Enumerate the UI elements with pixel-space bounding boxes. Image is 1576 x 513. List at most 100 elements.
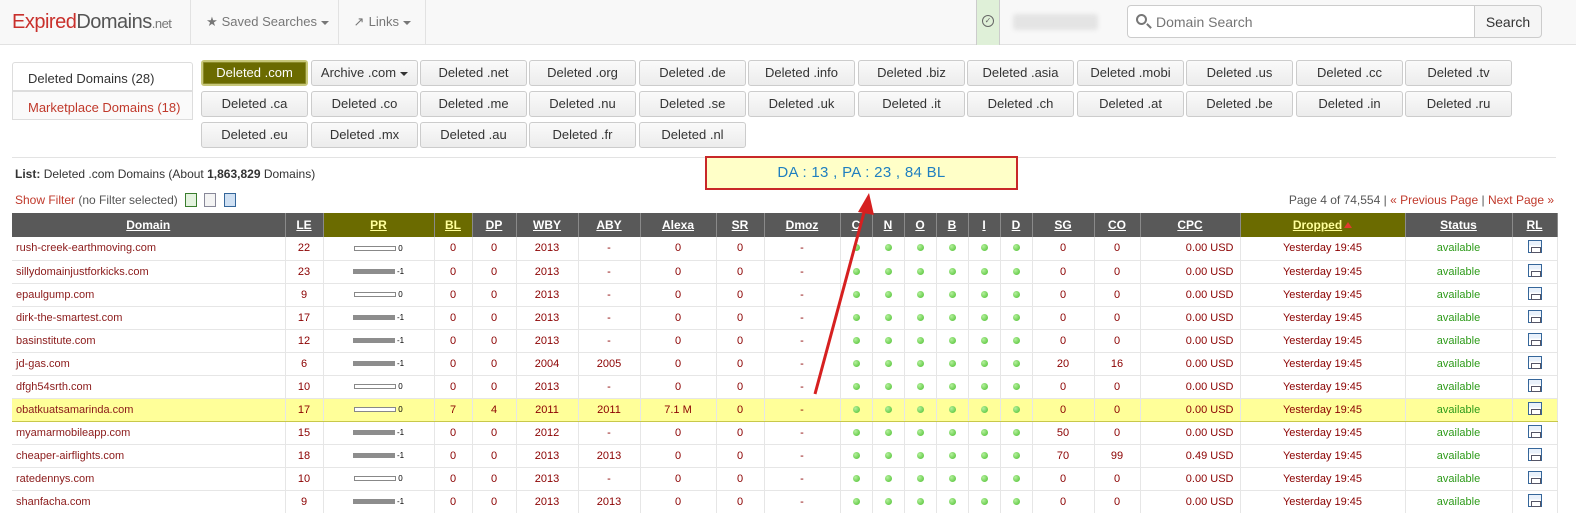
tld-button-deleted-be[interactable]: Deleted .be: [1186, 91, 1293, 117]
domain-name-link[interactable]: sillydomainjustforkicks.com: [12, 260, 286, 284]
column-header-cpc[interactable]: CPC: [1140, 213, 1241, 237]
domain-name-link[interactable]: ratedennys.com: [12, 467, 286, 491]
register-link-icon[interactable]: [1527, 309, 1542, 323]
links-menu[interactable]: ↗ Links: [353, 14, 411, 30]
column-header-co[interactable]: CO: [1094, 213, 1141, 237]
tld-button-deleted-me[interactable]: Deleted .me: [420, 91, 527, 117]
column-header-dp[interactable]: DP: [472, 213, 517, 237]
tld-button-deleted-co[interactable]: Deleted .co: [311, 91, 418, 117]
tld-button-deleted-se[interactable]: Deleted .se: [639, 91, 746, 117]
csv-export-icon[interactable]: [185, 193, 198, 207]
register-link-icon[interactable]: [1527, 355, 1542, 369]
status-available[interactable]: available: [1405, 421, 1513, 445]
tld-button-deleted-de[interactable]: Deleted .de: [639, 60, 746, 86]
status-available[interactable]: available: [1405, 444, 1513, 468]
tld-button-deleted-at[interactable]: Deleted .at: [1077, 91, 1184, 117]
tld-button-deleted-info[interactable]: Deleted .info: [748, 60, 855, 86]
tld-button-archive-com[interactable]: Archive .com: [311, 60, 418, 86]
domain-name-link[interactable]: rush-creek-earthmoving.com: [12, 237, 286, 261]
column-header-rl[interactable]: RL: [1512, 213, 1558, 237]
tld-button-deleted-biz[interactable]: Deleted .biz: [858, 60, 965, 86]
column-header-bl[interactable]: BL: [434, 213, 473, 237]
status-available[interactable]: available: [1405, 467, 1513, 491]
status-available[interactable]: available: [1405, 490, 1513, 513]
domain-name-link[interactable]: obatkuatsamarinda.com: [12, 397, 286, 422]
saved-searches-menu[interactable]: ★ Saved Searches: [206, 14, 330, 30]
tld-button-deleted-it[interactable]: Deleted .it: [858, 91, 965, 117]
save-icon[interactable]: [223, 193, 236, 207]
status-available[interactable]: available: [1405, 237, 1513, 261]
column-header-pr[interactable]: PR: [323, 213, 435, 237]
register-link-icon[interactable]: [1527, 470, 1542, 484]
search-button[interactable]: Search: [1474, 5, 1542, 38]
tld-button-deleted-ru[interactable]: Deleted .ru: [1405, 91, 1512, 117]
domain-name-link[interactable]: myamarmobileapp.com: [12, 421, 286, 445]
tld-button-deleted-us[interactable]: Deleted .us: [1186, 60, 1293, 86]
tld-button-deleted-org[interactable]: Deleted .org: [529, 60, 636, 86]
column-header-sg[interactable]: SG: [1032, 213, 1095, 237]
register-link-icon[interactable]: [1527, 240, 1542, 254]
tld-button-deleted-fr[interactable]: Deleted .fr: [529, 122, 636, 148]
tld-button-deleted-com[interactable]: Deleted .com: [201, 60, 308, 86]
tld-button-deleted-au[interactable]: Deleted .au: [420, 122, 527, 148]
column-header-o[interactable]: O: [904, 213, 937, 237]
column-header-c[interactable]: C: [840, 213, 873, 237]
domain-name-link[interactable]: cheaper-airflights.com: [12, 444, 286, 468]
column-header-b[interactable]: B: [936, 213, 969, 237]
domain-name-link[interactable]: jd-gas.com: [12, 352, 286, 376]
register-link-icon[interactable]: [1527, 378, 1542, 392]
tld-button-deleted-cc[interactable]: Deleted .cc: [1296, 60, 1403, 86]
register-link-icon[interactable]: [1527, 286, 1542, 300]
domain-name-link[interactable]: epaulgump.com: [12, 283, 286, 307]
tld-button-deleted-net[interactable]: Deleted .net: [420, 60, 527, 86]
register-link-icon[interactable]: [1527, 332, 1542, 346]
status-available[interactable]: available: [1405, 329, 1513, 353]
tld-button-deleted-ca[interactable]: Deleted .ca: [201, 91, 308, 117]
tld-button-deleted-mx[interactable]: Deleted .mx: [311, 122, 418, 148]
column-header-d[interactable]: D: [1000, 213, 1033, 237]
show-filter-link[interactable]: Show Filter: [15, 193, 75, 207]
tld-button-deleted-nu[interactable]: Deleted .nu: [529, 91, 636, 117]
tld-button-deleted-tv[interactable]: Deleted .tv: [1405, 60, 1512, 86]
text-export-icon[interactable]: [204, 193, 217, 207]
tld-button-deleted-asia[interactable]: Deleted .asia: [967, 60, 1074, 86]
register-link-icon[interactable]: [1527, 447, 1542, 461]
column-header-status[interactable]: Status: [1405, 213, 1513, 237]
register-link-icon[interactable]: [1527, 424, 1542, 438]
register-link-icon[interactable]: [1527, 263, 1542, 277]
domain-search-input[interactable]: [1156, 12, 1466, 32]
status-indicator[interactable]: ✓: [976, 0, 1000, 45]
column-header-aby[interactable]: ABY: [578, 213, 641, 237]
column-header-i[interactable]: I: [968, 213, 1001, 237]
tab-deleted-domains[interactable]: Deleted Domains (28): [12, 62, 193, 91]
column-header-n[interactable]: N: [872, 213, 905, 237]
tld-button-deleted-in[interactable]: Deleted .in: [1296, 91, 1403, 117]
column-header-domain[interactable]: Domain: [12, 213, 286, 237]
column-header-wby[interactable]: WBY: [516, 213, 579, 237]
tld-button-deleted-uk[interactable]: Deleted .uk: [748, 91, 855, 117]
status-available[interactable]: available: [1405, 283, 1513, 307]
column-header-sr[interactable]: SR: [716, 213, 765, 237]
tld-button-deleted-nl[interactable]: Deleted .nl: [639, 122, 746, 148]
domain-name-link[interactable]: basinstitute.com: [12, 329, 286, 353]
column-header-dmoz[interactable]: Dmoz: [764, 213, 841, 237]
tld-button-deleted-eu[interactable]: Deleted .eu: [201, 122, 308, 148]
domain-name-link[interactable]: shanfacha.com: [12, 490, 286, 513]
column-header-le[interactable]: LE: [285, 213, 324, 237]
site-logo[interactable]: ExpiredDomains.net: [12, 11, 172, 34]
status-available[interactable]: available: [1405, 352, 1513, 376]
tld-button-deleted-ch[interactable]: Deleted .ch: [967, 91, 1074, 117]
column-header-alexa[interactable]: Alexa: [640, 213, 717, 237]
status-available[interactable]: available: [1405, 306, 1513, 330]
domain-name-link[interactable]: dfgh54srth.com: [12, 375, 286, 399]
column-header-dropped[interactable]: Dropped: [1240, 213, 1406, 237]
user-menu-blurred[interactable]: [1013, 14, 1098, 30]
tab-marketplace-domains[interactable]: Marketplace Domains (18): [12, 91, 193, 120]
previous-page-link[interactable]: « Previous Page: [1390, 193, 1478, 207]
tld-button-deleted-mobi[interactable]: Deleted .mobi: [1077, 60, 1184, 86]
status-available[interactable]: available: [1405, 397, 1513, 422]
status-available[interactable]: available: [1405, 375, 1513, 399]
status-available[interactable]: available: [1405, 260, 1513, 284]
next-page-link[interactable]: Next Page »: [1488, 193, 1554, 207]
register-link-icon[interactable]: [1527, 401, 1542, 415]
